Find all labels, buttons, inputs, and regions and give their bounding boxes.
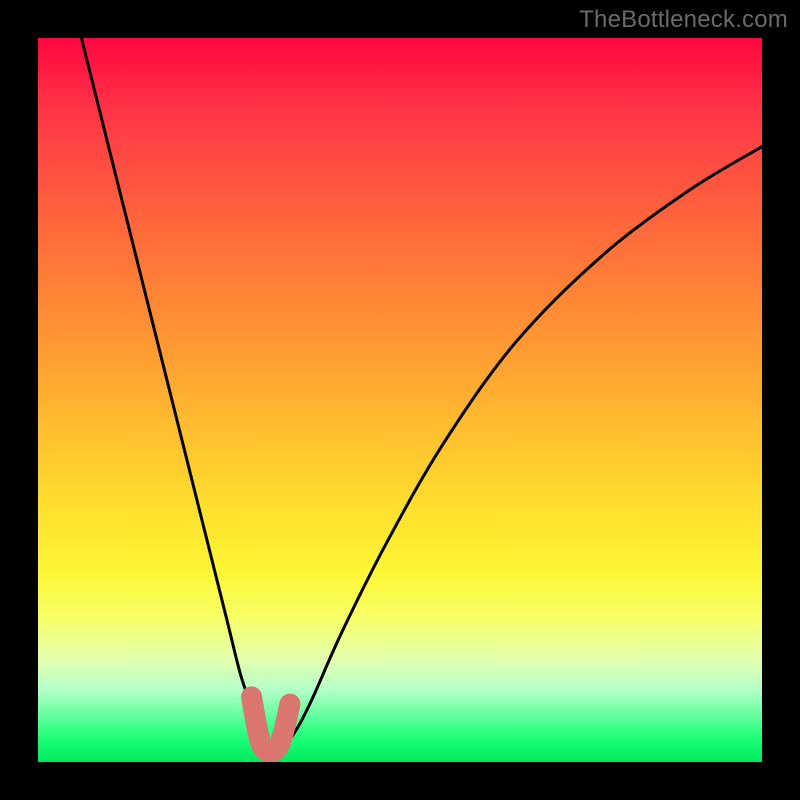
- watermark-label: TheBottleneck.com: [579, 6, 788, 34]
- chart-frame: TheBottleneck.com: [0, 0, 800, 800]
- plot-area: [38, 38, 762, 762]
- highlight-band: [252, 697, 290, 752]
- chart-svg: [38, 38, 762, 762]
- bottleneck-curve: [81, 38, 762, 756]
